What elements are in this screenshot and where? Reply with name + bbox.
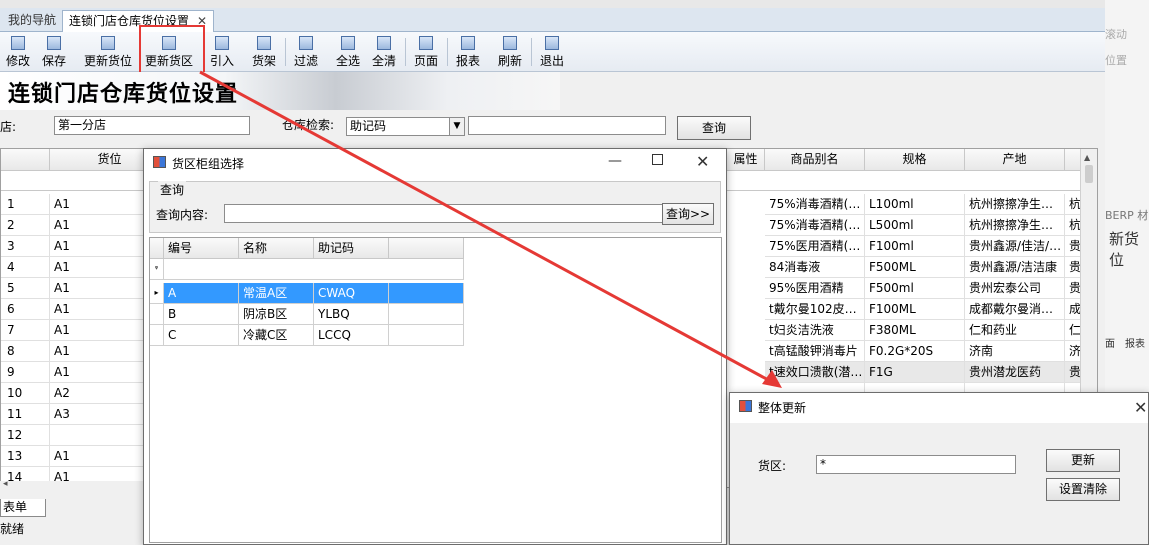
annotation-arrow (199, 70, 782, 388)
arrow-line (199, 70, 773, 384)
